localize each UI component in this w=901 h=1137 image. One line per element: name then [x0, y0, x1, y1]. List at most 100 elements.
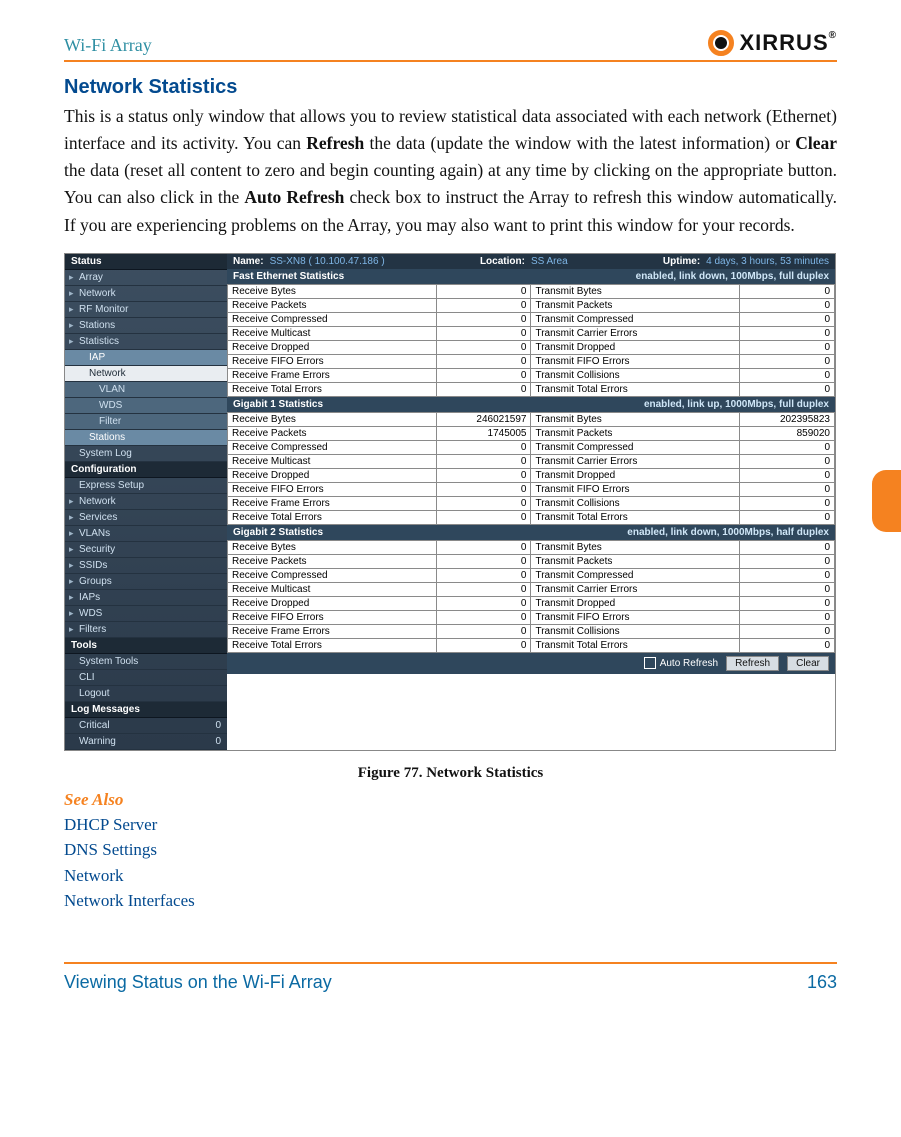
table-row: Receive Multicast0Transmit Carrier Error… [228, 454, 835, 468]
stat-value: 0 [436, 624, 531, 638]
nav-item[interactable]: Express Setup [65, 478, 227, 494]
stat-label: Transmit Carrier Errors [531, 454, 740, 468]
nav-item[interactable]: IAPs [65, 590, 227, 606]
stat-value: 0 [436, 554, 531, 568]
stat-label: Transmit Compressed [531, 312, 740, 326]
see-also-link[interactable]: DNS Settings [64, 837, 837, 863]
table-row: Receive Dropped0Transmit Dropped0 [228, 340, 835, 354]
nav-item[interactable]: Network [65, 286, 227, 302]
stat-label: Receive FIFO Errors [228, 610, 437, 624]
stat-value: 0 [740, 624, 835, 638]
nav-item[interactable]: Services [65, 510, 227, 526]
stat-value: 202395823 [740, 412, 835, 426]
stat-value: 0 [740, 582, 835, 596]
stat-value: 0 [436, 312, 531, 326]
stat-label: Receive Packets [228, 554, 437, 568]
nav-item[interactable]: System Tools [65, 654, 227, 670]
table-row: Receive Packets0Transmit Packets0 [228, 298, 835, 312]
stats-table: Receive Bytes0Transmit Bytes0Receive Pac… [227, 284, 835, 397]
stat-value: 0 [740, 340, 835, 354]
page-thumb-tab [872, 470, 901, 532]
stat-label: Transmit Packets [531, 554, 740, 568]
stat-value: 0 [740, 540, 835, 554]
stat-label: Receive Frame Errors [228, 368, 437, 382]
table-row: Receive Dropped0Transmit Dropped0 [228, 468, 835, 482]
logo-text: XIRRUS® [740, 30, 838, 56]
nav-item[interactable]: SSIDs [65, 558, 227, 574]
name-value: SS-XN8 ( 10.100.47.186 ) [270, 256, 385, 267]
nav-item[interactable]: Security [65, 542, 227, 558]
stat-label: Transmit Compressed [531, 568, 740, 582]
uptime-label: Uptime: [663, 256, 700, 267]
nav-item[interactable]: VLAN [65, 382, 227, 398]
table-row: Receive Compressed0Transmit Compressed0 [228, 312, 835, 326]
nav-item[interactable]: Network [65, 366, 227, 382]
header-rule [64, 60, 837, 62]
nav-item[interactable]: Critical0 [65, 718, 227, 734]
refresh-button[interactable]: Refresh [726, 656, 779, 671]
see-also-link[interactable]: Network Interfaces [64, 888, 837, 914]
stat-label: Transmit Packets [531, 298, 740, 312]
see-also-link[interactable]: DHCP Server [64, 812, 837, 838]
nav-item[interactable]: Groups [65, 574, 227, 590]
nav-item[interactable]: Logout [65, 686, 227, 702]
uptime-value: 4 days, 3 hours, 53 minutes [706, 256, 829, 267]
nav-item[interactable]: IAP [65, 350, 227, 366]
stat-label: Receive Frame Errors [228, 624, 437, 638]
stat-value: 0 [740, 354, 835, 368]
network-statistics-screenshot: StatusArrayNetworkRF MonitorStationsStat… [64, 253, 836, 751]
stat-value: 0 [740, 284, 835, 298]
stats-table: Receive Bytes0Transmit Bytes0Receive Pac… [227, 540, 835, 653]
stat-label: Receive Total Errors [228, 382, 437, 396]
stat-label: Transmit Collisions [531, 368, 740, 382]
stat-value: 0 [436, 298, 531, 312]
table-row: Receive Multicast0Transmit Carrier Error… [228, 326, 835, 340]
nav-item[interactable]: WDS [65, 606, 227, 622]
nav-item[interactable]: Stations [65, 318, 227, 334]
stat-label: Transmit Dropped [531, 340, 740, 354]
nav-item[interactable]: Filter [65, 414, 227, 430]
section-title: Network Statistics [64, 76, 837, 99]
nav-item[interactable]: System Log [65, 446, 227, 462]
table-row: Receive Total Errors0Transmit Total Erro… [228, 510, 835, 524]
see-also-link[interactable]: Network [64, 863, 837, 889]
nav-item[interactable]: Filters [65, 622, 227, 638]
stat-value: 0 [436, 638, 531, 652]
table-row: Receive Frame Errors0Transmit Collisions… [228, 624, 835, 638]
stats-section-header: Gigabit 1 Statisticsenabled, link up, 10… [227, 397, 835, 412]
clear-button[interactable]: Clear [787, 656, 829, 671]
footer-page-number: 163 [807, 972, 837, 993]
nav-item[interactable]: Network [65, 494, 227, 510]
nav-item[interactable]: CLI [65, 670, 227, 686]
nav-item[interactable]: RF Monitor [65, 302, 227, 318]
nav-item[interactable]: Array [65, 270, 227, 286]
nav-item[interactable]: Stations [65, 430, 227, 446]
stat-label: Receive Dropped [228, 596, 437, 610]
nav-item[interactable]: VLANs [65, 526, 227, 542]
stat-label: Transmit Dropped [531, 468, 740, 482]
stat-label: Receive Dropped [228, 340, 437, 354]
stat-label: Receive FIFO Errors [228, 354, 437, 368]
stat-label: Transmit FIFO Errors [531, 482, 740, 496]
stat-value: 0 [436, 468, 531, 482]
stat-label: Receive Bytes [228, 540, 437, 554]
stat-value: 0 [740, 638, 835, 652]
stat-label: Receive Dropped [228, 468, 437, 482]
stat-label: Transmit Packets [531, 426, 740, 440]
stat-value: 0 [436, 354, 531, 368]
auto-refresh-label: Auto Refresh [660, 658, 718, 669]
nav-item[interactable]: Warning0 [65, 734, 227, 750]
action-bar: Auto Refresh Refresh Clear [227, 653, 835, 674]
nav-item[interactable]: Statistics [65, 334, 227, 350]
stat-label: Transmit Bytes [531, 540, 740, 554]
auto-refresh-toggle[interactable]: Auto Refresh [644, 657, 718, 669]
see-also-heading: See Also [64, 790, 837, 810]
stat-value: 0 [740, 610, 835, 624]
stat-label: Transmit Collisions [531, 496, 740, 510]
stat-value: 246021597 [436, 412, 531, 426]
stat-value: 0 [740, 568, 835, 582]
table-row: Receive FIFO Errors0Transmit FIFO Errors… [228, 610, 835, 624]
stat-label: Transmit FIFO Errors [531, 354, 740, 368]
table-row: Receive Compressed0Transmit Compressed0 [228, 440, 835, 454]
nav-item[interactable]: WDS [65, 398, 227, 414]
